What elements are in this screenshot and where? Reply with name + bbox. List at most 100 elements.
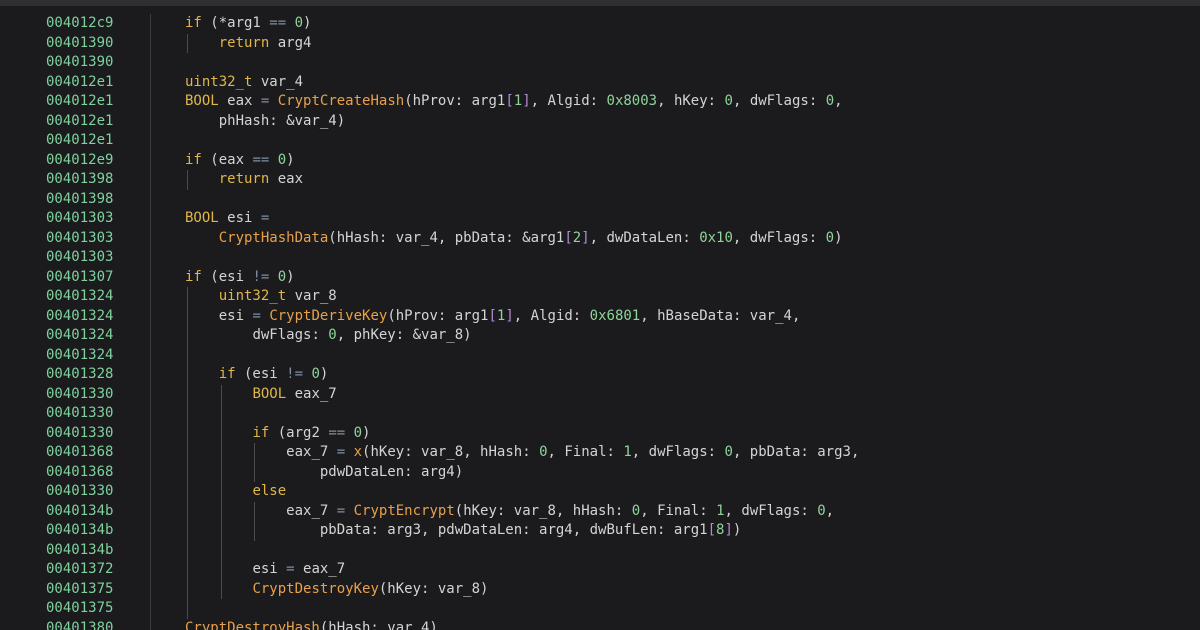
indent-guide [220,443,222,463]
code-line[interactable]: 004012e1 uint32_t var_4 [0,73,1200,93]
identifier-token: , [825,502,835,519]
code-line[interactable]: 00401368 eax_7 = x(hKey: var_8, hHash: 0,… [0,443,1200,463]
indent-guide [254,462,256,482]
line-address[interactable]: 004012e9 [46,151,113,171]
line-address[interactable]: 004012e1 [46,112,113,132]
keyword-token: if [185,15,202,31]
code-line[interactable]: 00401307 if (esi != 0) [0,268,1200,288]
indent-guide [187,423,188,443]
line-source[interactable]: CryptDestroyKey(hKey: var_8) [252,580,488,600]
line-source[interactable]: esi = CryptDeriveKey(hProv: arg1[1], Alg… [219,307,801,327]
identifier-token: , dwFlags: [732,229,826,246]
line-source[interactable]: uint32_t var_4 [185,73,303,93]
code-line[interactable]: 00401380 CryptDestroyHash(hHash: var_4) [0,619,1200,630]
line-source[interactable]: if (eax == 0) [185,151,295,171]
code-line[interactable]: 00401303 CryptHashData(hHash: var_4, pbDa… [0,229,1200,249]
code-line[interactable]: 00401330 BOOL eax_7 [0,384,1200,405]
line-source[interactable]: return eax [219,170,303,190]
line-address[interactable]: 00401368 [46,443,113,463]
line-address[interactable]: 00401303 [46,248,113,268]
line-source[interactable]: BOOL eax_7 [252,385,336,405]
code-line[interactable]: 00401375 CryptDestroyKey(hKey: var_8) [0,579,1200,600]
line-address[interactable]: 00401330 [46,385,113,405]
line-address[interactable]: 00401375 [46,599,113,619]
code-line[interactable]: 00401398 return eax [0,170,1200,190]
keyword-token: return [218,171,270,187]
line-address[interactable]: 004012e1 [46,131,113,151]
code-line[interactable]: 004012e1 [0,131,1200,151]
line-source[interactable]: return arg4 [219,34,312,54]
code-line[interactable]: 0040134b pbData: arg3, pdwDataLen: arg4, … [0,521,1200,541]
line-address[interactable]: 004012e1 [46,92,113,112]
code-line[interactable]: 0040134b [0,540,1200,561]
line-source[interactable]: pdwDataLen: arg4) [320,463,463,483]
code-line[interactable]: 00401330 if (arg2 == 0) [0,423,1200,444]
line-source[interactable]: esi = eax_7 [252,560,345,580]
line-source[interactable]: uint32_t var_8 [219,287,337,307]
code-line[interactable]: 00401398 [0,190,1200,210]
code-line[interactable]: 00401303 BOOL esi = [0,209,1200,229]
line-address[interactable]: 00401372 [46,560,113,580]
indent-guide [187,404,188,424]
line-address[interactable]: 00401324 [46,307,113,327]
line-address[interactable]: 0040134b [46,502,113,522]
line-source[interactable]: eax_7 = CryptEncrypt(hKey: var_8, hHash:… [286,502,834,522]
line-source[interactable]: pbData: arg3, pdwDataLen: arg4, dwBufLen… [320,521,741,541]
line-source[interactable]: phHash: &var_4) [219,112,345,132]
line-address[interactable]: 0040134b [46,541,113,561]
line-source[interactable]: if (arg2 == 0) [252,424,370,444]
code-line[interactable]: 00401330 [0,404,1200,424]
code-line[interactable]: 00401328 if (esi != 0) [0,365,1200,385]
indent-guide [187,599,188,619]
code-line[interactable]: 004012c9 if (*arg1 == 0) [0,14,1200,34]
line-address[interactable]: 00401375 [46,580,113,600]
line-address[interactable]: 00401398 [46,170,113,190]
line-source[interactable]: BOOL eax = CryptCreateHash(hProv: arg1[1… [185,92,843,112]
line-source[interactable]: CryptHashData(hHash: var_4, pbData: &arg… [219,229,843,249]
code-line[interactable]: 004012e9 if (eax == 0) [0,151,1200,171]
code-line[interactable]: 00401375 [0,599,1200,619]
line-address[interactable]: 00401390 [46,34,113,54]
line-address[interactable]: 00401368 [46,463,113,483]
code-line[interactable]: 00401324 esi = CryptDeriveKey(hProv: arg1… [0,306,1200,327]
code-line[interactable]: 00401324 [0,345,1200,366]
line-address[interactable]: 00401330 [46,424,113,444]
line-address[interactable]: 00401390 [46,53,113,73]
line-source[interactable]: if (*arg1 == 0) [185,14,311,34]
line-address[interactable]: 00401324 [46,287,113,307]
identifier-token: (esi [235,366,287,382]
code-line[interactable]: 0040134b eax_7 = CryptEncrypt(hKey: var_8… [0,501,1200,522]
line-address[interactable]: 00401307 [46,268,113,288]
line-source[interactable]: dwFlags: 0, phKey: &var_8) [252,326,471,346]
line-address[interactable]: 00401328 [46,365,113,385]
line-source[interactable]: if (esi != 0) [185,268,295,288]
code-line[interactable]: 00401324 dwFlags: 0, phKey: &var_8) [0,326,1200,346]
line-address[interactable]: 00401330 [46,482,113,502]
code-line[interactable]: 00401372 esi = eax_7 [0,560,1200,580]
code-line[interactable]: 00401368 pdwDataLen: arg4) [0,462,1200,483]
line-source[interactable]: if (esi != 0) [219,365,329,385]
identifier-token: esi [252,561,287,577]
line-source[interactable]: eax_7 = x(hKey: var_8, hHash: 0, Final: … [286,443,859,463]
operator-token: != [286,366,304,382]
line-address[interactable]: 00401303 [46,209,113,229]
line-source[interactable]: else [252,482,286,502]
code-line[interactable]: 00401390 return arg4 [0,33,1200,54]
line-address[interactable]: 00401303 [46,229,113,249]
line-address[interactable]: 004012e1 [46,73,113,93]
code-line[interactable]: 00401303 [0,248,1200,268]
code-line[interactable]: 004012e1 BOOL eax = CryptCreateHash(hProv… [0,92,1200,112]
line-source[interactable]: CryptDestroyHash(hHash: var_4) [185,619,438,630]
line-address[interactable]: 0040134b [46,521,113,541]
line-address[interactable]: 004012c9 [46,14,113,34]
line-address[interactable]: 00401398 [46,190,113,210]
line-address[interactable]: 00401330 [46,404,113,424]
line-address[interactable]: 00401324 [46,326,113,346]
code-line[interactable]: 00401330 else [0,482,1200,502]
line-source[interactable]: BOOL esi = [185,209,269,229]
code-line[interactable]: 00401324 uint32_t var_8 [0,287,1200,307]
code-line[interactable]: 00401390 [0,53,1200,73]
line-address[interactable]: 00401380 [46,619,113,630]
line-address[interactable]: 00401324 [46,346,113,366]
code-line[interactable]: 004012e1 phHash: &var_4) [0,112,1200,132]
